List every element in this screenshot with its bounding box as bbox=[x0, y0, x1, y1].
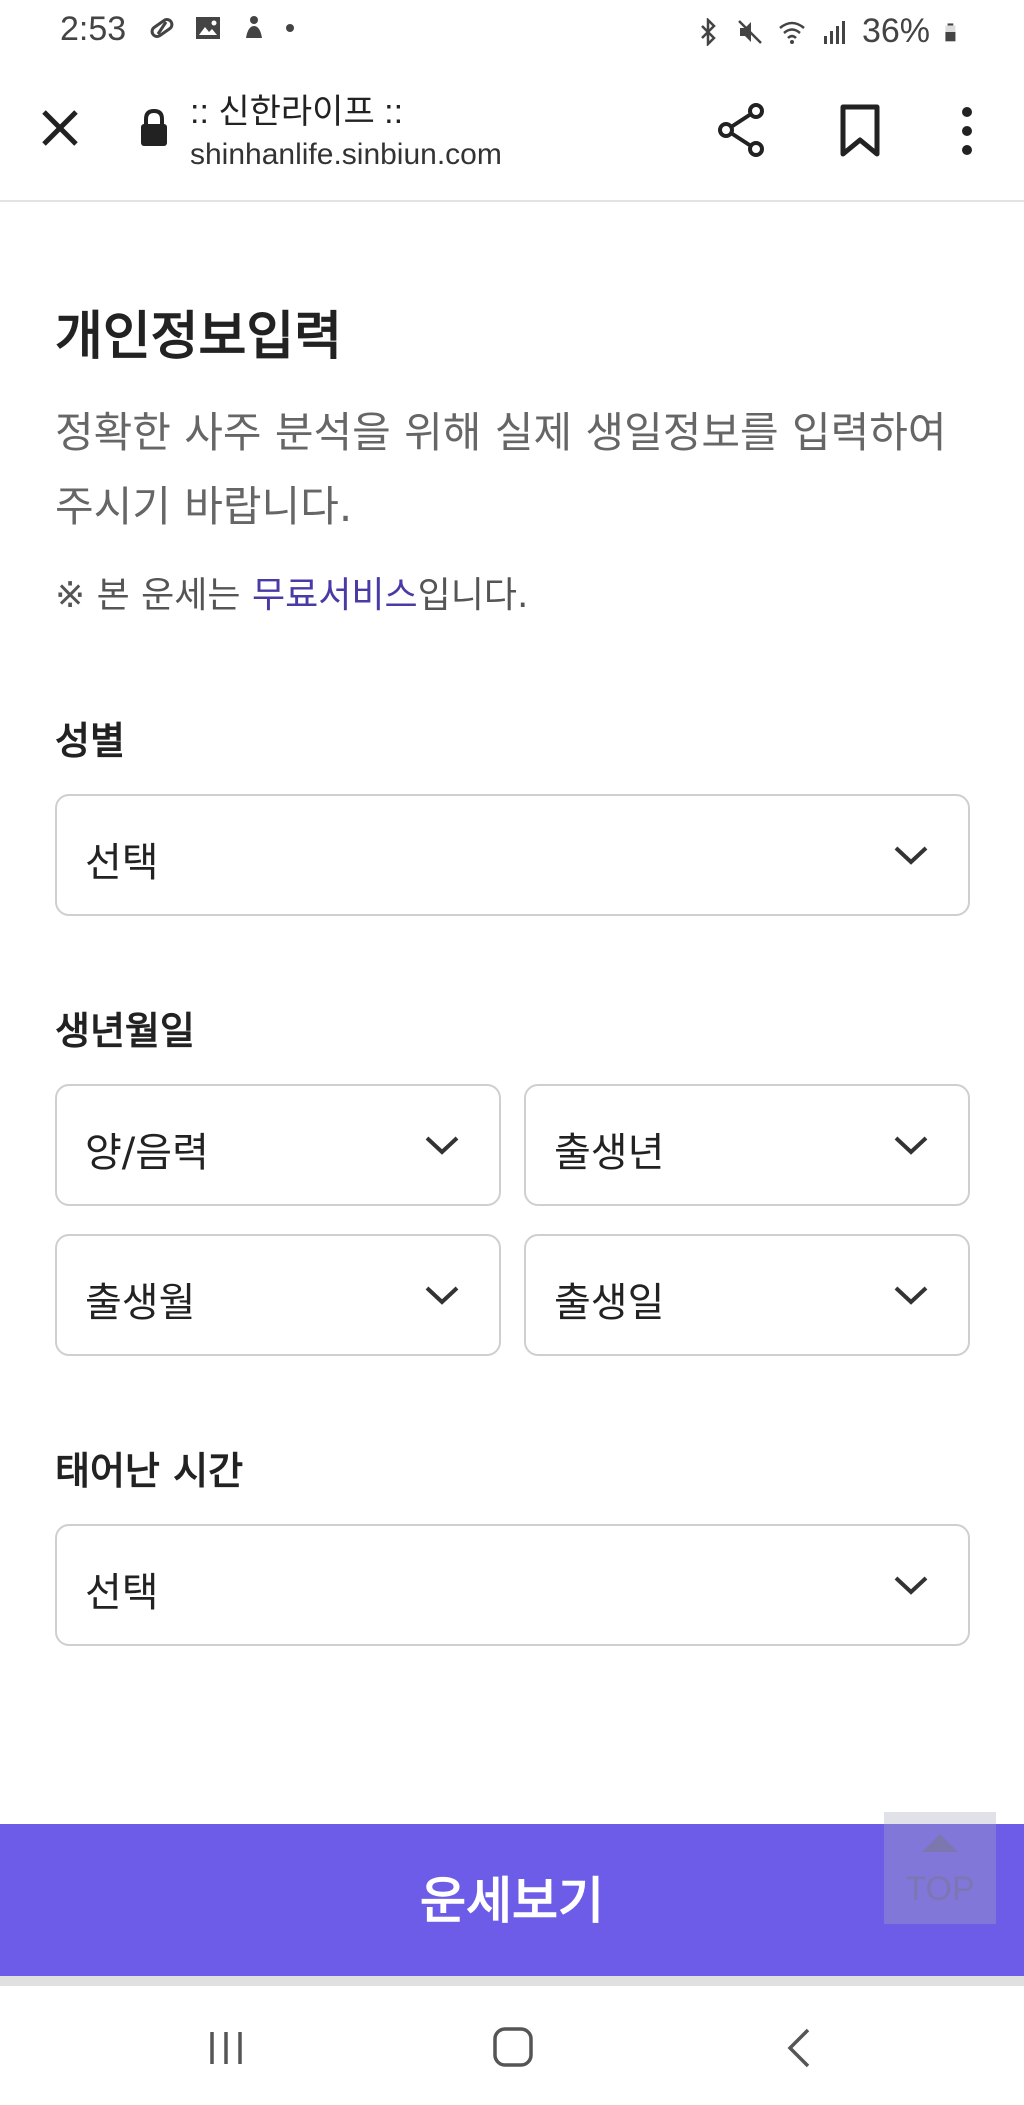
calendar-type-value: 양/음력 bbox=[85, 1130, 209, 1176]
birth-time-label: 태어난 시간 bbox=[55, 1449, 244, 1493]
home-icon[interactable] bbox=[492, 2026, 534, 2068]
status-time: 2:53 bbox=[60, 10, 127, 48]
bluetooth-icon bbox=[701, 17, 716, 46]
birth-time-value: 선택 bbox=[85, 1570, 159, 1616]
pill-icon bbox=[150, 18, 174, 38]
chevron-down-icon bbox=[894, 1136, 928, 1155]
status-system-icons: 36% bbox=[694, 12, 964, 51]
mute-icon bbox=[738, 19, 762, 44]
chevron-down-icon bbox=[894, 1576, 928, 1595]
back-icon[interactable] bbox=[784, 2026, 814, 2070]
birth-year-value: 출생년 bbox=[554, 1130, 665, 1176]
wifi-icon bbox=[779, 21, 805, 44]
chevron-down-icon bbox=[894, 1286, 928, 1305]
calendar-type-select[interactable]: 양/음력 bbox=[55, 1084, 501, 1206]
share-icon[interactable] bbox=[716, 102, 768, 158]
battery-icon bbox=[945, 22, 956, 41]
page-tab-title[interactable]: :: 신한라이프 :: bbox=[190, 84, 403, 133]
more-notifications-dot bbox=[286, 24, 294, 32]
scroll-top-label: TOP bbox=[905, 1870, 975, 1908]
gender-select[interactable]: 선택 bbox=[55, 794, 970, 916]
signal-icon bbox=[823, 20, 845, 44]
birth-year-select[interactable]: 출생년 bbox=[524, 1084, 970, 1206]
notification-app-icon bbox=[246, 16, 262, 38]
page-title: 개인정보입력 bbox=[55, 307, 343, 367]
divider bbox=[0, 1976, 1024, 1986]
scroll-top-button[interactable]: TOP bbox=[884, 1812, 996, 1924]
status-bar: 2:53 36% bbox=[0, 0, 1024, 64]
birth-month-select[interactable]: 출생월 bbox=[55, 1234, 501, 1356]
notice-prefix: ※ 본 운세는 bbox=[55, 575, 252, 616]
gender-label: 성별 bbox=[55, 719, 125, 763]
birthdate-label: 생년월일 bbox=[55, 1009, 195, 1053]
free-service-notice: ※ 본 운세는 무료서비스입니다. bbox=[55, 566, 528, 618]
notice-suffix: 입니다. bbox=[417, 575, 529, 616]
chevron-down-icon bbox=[894, 846, 928, 865]
lock-icon bbox=[141, 108, 167, 146]
chevron-down-icon bbox=[425, 1286, 459, 1305]
birth-day-value: 출생일 bbox=[554, 1280, 665, 1326]
more-options-icon[interactable] bbox=[950, 104, 984, 158]
birth-day-select[interactable]: 출생일 bbox=[524, 1234, 970, 1356]
arrow-up-icon bbox=[922, 1834, 958, 1852]
gender-select-value: 선택 bbox=[85, 840, 159, 886]
birth-month-value: 출생월 bbox=[85, 1280, 196, 1326]
notice-highlight: 무료서비스 bbox=[251, 575, 418, 616]
chevron-down-icon bbox=[425, 1136, 459, 1155]
close-icon[interactable] bbox=[38, 106, 82, 150]
image-icon bbox=[196, 17, 220, 39]
browser-toolbar: :: 신한라이프 :: shinhanlife.sinbiun.com bbox=[0, 64, 1024, 202]
page-description: 정확한 사주 분석을 위해 실제 생일정보를 입력하여 주시기 바랍니다. bbox=[55, 408, 947, 531]
view-fortune-button[interactable]: 운세보기 bbox=[0, 1824, 1024, 1976]
birth-time-select[interactable]: 선택 bbox=[55, 1524, 970, 1646]
address-url[interactable]: shinhanlife.sinbiun.com bbox=[190, 138, 502, 172]
system-nav-bar bbox=[0, 1986, 1024, 2105]
battery-percent: 36% bbox=[861, 12, 930, 50]
status-notifications bbox=[148, 14, 294, 42]
recent-apps-icon[interactable] bbox=[206, 2030, 246, 2066]
bookmark-icon[interactable] bbox=[838, 104, 882, 158]
